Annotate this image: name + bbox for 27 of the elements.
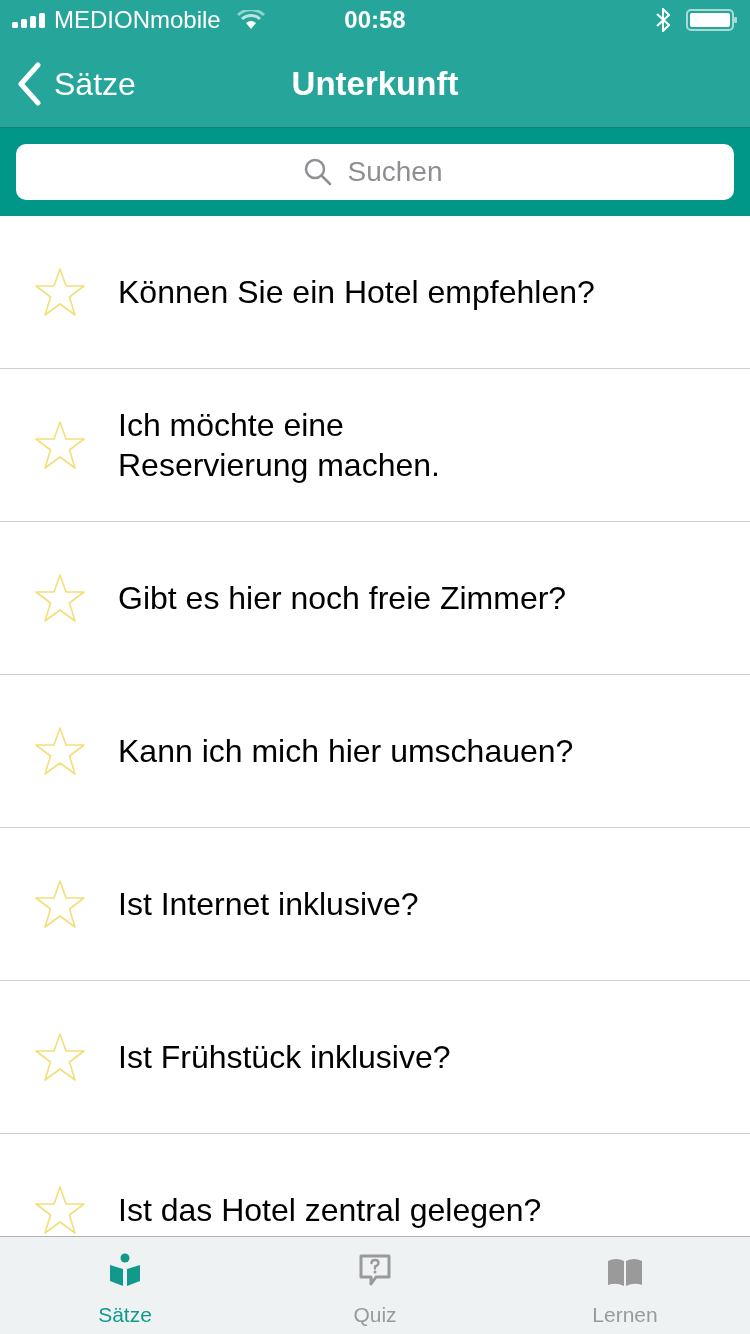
star-icon[interactable] <box>34 573 86 623</box>
reader-icon <box>109 1252 141 1287</box>
star-icon[interactable] <box>34 879 86 929</box>
status-time: 00:58 <box>344 5 406 35</box>
chevron-left-icon <box>16 61 42 106</box>
phrase-text: Ich möchte eine Reservierung machen. <box>118 406 440 485</box>
phrase-text: Ist das Hotel zentral gelegen? <box>118 1191 542 1230</box>
bluetooth-icon <box>656 8 670 32</box>
question-bubble-icon <box>358 1252 392 1287</box>
signal-icon <box>12 12 46 28</box>
phrase-text: Ist Frühstück inklusive? <box>118 1038 451 1077</box>
star-icon[interactable] <box>34 1185 86 1235</box>
star-icon[interactable] <box>34 1032 86 1082</box>
search-icon <box>304 158 332 186</box>
phrase-text: Gibt es hier noch freie Zimmer? <box>118 579 567 618</box>
star-icon[interactable] <box>34 726 86 776</box>
book-icon <box>607 1256 643 1287</box>
screen-title: Unterkunft <box>291 63 459 104</box>
battery-icon <box>686 8 738 32</box>
phrase-text: Kann ich mich hier umschauen? <box>118 732 574 771</box>
search-field[interactable]: Suchen <box>16 144 734 200</box>
wifi-icon <box>236 10 265 30</box>
carrier-name: MEDIONmobile <box>54 5 221 35</box>
phrase-text: Können Sie ein Hotel empfehlen? <box>118 273 595 312</box>
phrase-text: Ist Internet inklusive? <box>118 885 419 924</box>
star-icon[interactable] <box>34 267 86 317</box>
star-icon[interactable] <box>34 420 86 470</box>
